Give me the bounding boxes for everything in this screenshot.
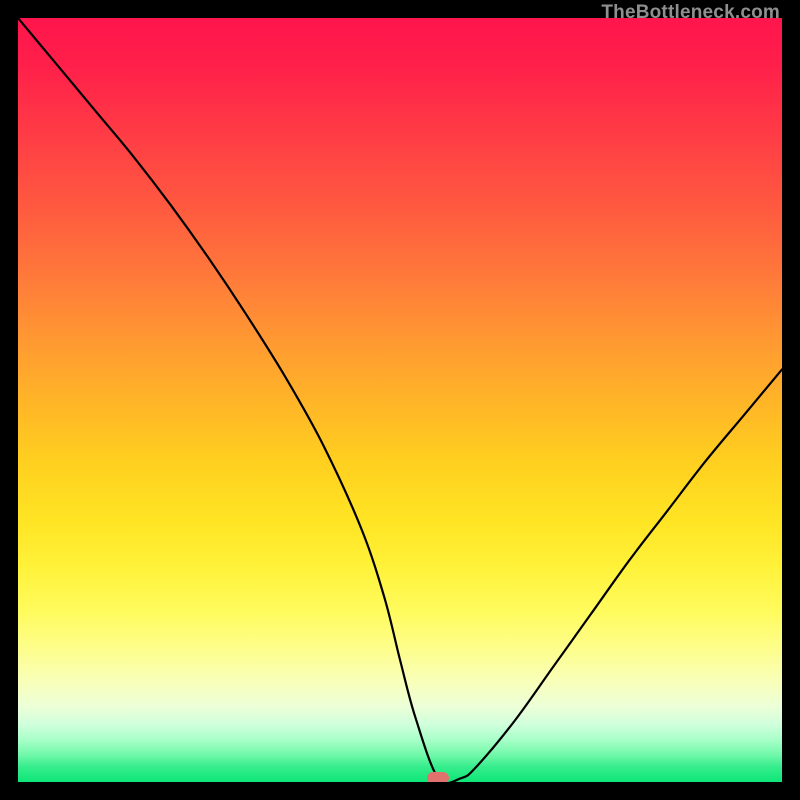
plot-area [18, 18, 782, 782]
optimal-point-marker [427, 772, 449, 782]
chart-frame: TheBottleneck.com [0, 0, 800, 800]
bottleneck-curve [18, 18, 782, 782]
